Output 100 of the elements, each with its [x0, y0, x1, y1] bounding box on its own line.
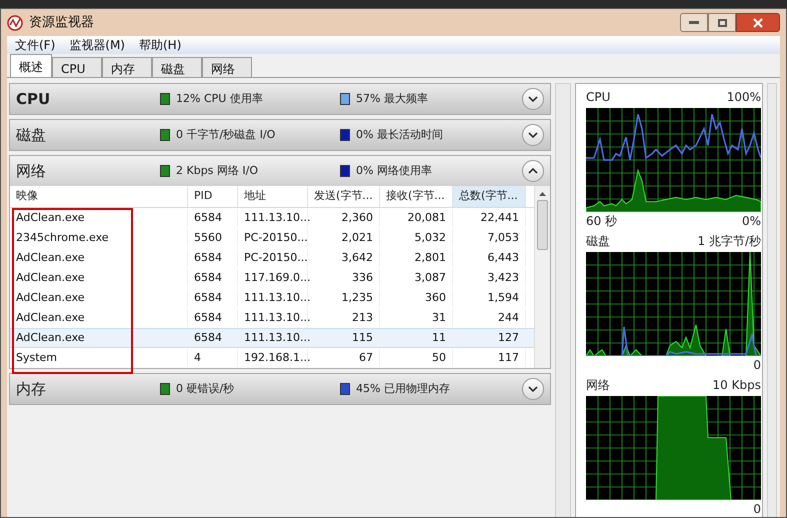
- close-icon: [753, 18, 763, 28]
- table-cell: PC-20150...: [238, 249, 308, 267]
- table-cell: 117: [453, 349, 526, 367]
- scroll-up-icon: [539, 192, 546, 196]
- table-cell: 6584: [188, 289, 238, 307]
- indicator-text: 12% CPU 使用率: [176, 90, 263, 107]
- section-header[interactable]: 磁盘 0 千字节/秒磁盘 I/O 0% 最长活动时间: [10, 120, 550, 150]
- table-cell: PC-20150...: [238, 229, 308, 247]
- table-cell: 2345chrome.exe: [10, 229, 188, 247]
- table-cell: 117.169.0...: [238, 269, 308, 287]
- table-cell: 31: [380, 309, 453, 327]
- graph-max-label: 100%: [726, 89, 761, 106]
- tab[interactable]: 概述: [10, 54, 52, 77]
- table-cell: 50: [380, 349, 453, 367]
- chevron-down-icon: [528, 386, 538, 392]
- table-cell: AdClean.exe: [10, 209, 188, 227]
- table-cell: AdClean.exe: [10, 249, 188, 267]
- table-cell: 2,021: [308, 229, 380, 247]
- table-cell: 67: [308, 349, 380, 367]
- section-header[interactable]: CPU 12% CPU 使用率 57% 最大频率: [10, 84, 550, 114]
- tab[interactable]: 磁盘: [152, 57, 202, 77]
- scrollbar[interactable]: [555, 83, 571, 517]
- table-cell: 11: [380, 329, 453, 347]
- chevron-up-icon: [528, 168, 538, 174]
- collapse-button[interactable]: [522, 160, 544, 182]
- table-cell: AdClean.exe: [10, 329, 188, 347]
- table-cell: 5560: [188, 229, 238, 247]
- column-header[interactable]: 总数(字节...: [453, 186, 526, 207]
- indicator-text: 45% 已用物理内存: [356, 380, 450, 397]
- chevron-down-icon: [528, 96, 538, 102]
- graph-max-label: 10 Kbps: [712, 377, 761, 394]
- table-cell: System: [10, 349, 188, 367]
- section-title: 网络: [16, 160, 47, 182]
- graph-max-label: 1 兆字节/秒: [698, 233, 761, 250]
- section-title: 磁盘: [16, 124, 47, 146]
- table-cell: 111.13.10...: [238, 289, 308, 307]
- table-cell: 6,443: [453, 249, 526, 267]
- table-cell: 3,087: [380, 269, 453, 287]
- table-cell: 360: [380, 289, 453, 307]
- table-cell: 111.13.10...: [238, 209, 308, 227]
- expand-button[interactable]: [522, 378, 544, 400]
- maximize-button[interactable]: [708, 13, 736, 32]
- menu-item[interactable]: 监视器(M): [69, 36, 125, 54]
- table-cell: 213: [308, 309, 380, 327]
- graph-time-label: 60 秒: [586, 213, 618, 228]
- table-cell: 127: [453, 329, 526, 347]
- table-cell: 6584: [188, 329, 238, 347]
- table-cell: 115: [308, 329, 380, 347]
- table-row[interactable]: AdClean.exe 6584 111.13.10... 115 11 127: [10, 328, 534, 348]
- section-header[interactable]: 内存 0 硬错误/秒 45% 已用物理内存: [10, 374, 550, 404]
- table-cell: 4: [188, 349, 238, 367]
- tab[interactable]: 内存: [102, 57, 152, 77]
- expand-button[interactable]: [522, 88, 544, 110]
- table-cell: 2,360: [308, 209, 380, 227]
- table-cell: 6584: [188, 309, 238, 327]
- app-logo-icon: [7, 14, 23, 30]
- table-cell: 3,423: [453, 269, 526, 287]
- table-cell: 192.168.1...: [238, 349, 308, 367]
- graph-min-label: 0: [753, 357, 761, 372]
- minimize-button[interactable]: [680, 13, 708, 32]
- table-cell: AdClean.exe: [10, 289, 188, 307]
- scrollbar[interactable]: [767, 83, 777, 517]
- table-cell: 7,053: [453, 229, 526, 247]
- table-cell: 6584: [188, 209, 238, 227]
- table-cell: 6584: [188, 249, 238, 267]
- table-cell: 6584: [188, 269, 238, 287]
- table-cell: AdClean.exe: [10, 269, 188, 287]
- section-title: 内存: [16, 378, 47, 400]
- indicator-text: 0 硬错误/秒: [176, 380, 234, 397]
- scrollbar-thumb[interactable]: [537, 200, 548, 250]
- table-cell: 2,801: [380, 249, 453, 267]
- graph-title: 网络: [586, 377, 610, 394]
- graph-title: 磁盘: [586, 233, 610, 250]
- table-cell: 111.13.10...: [238, 309, 308, 327]
- graph-min-label: 0%: [742, 213, 761, 228]
- indicator-text: 0% 最长活动时间: [356, 126, 443, 143]
- indicator-text: 0 千字节/秒磁盘 I/O: [176, 126, 276, 143]
- table-cell: 20,081: [380, 209, 453, 227]
- tab[interactable]: 网络: [202, 57, 252, 77]
- chevron-down-icon: [528, 132, 538, 138]
- indicator-text: 0% 网络使用率: [356, 162, 432, 179]
- table-cell: AdClean.exe: [10, 309, 188, 327]
- table-cell: 5,032: [380, 229, 453, 247]
- menu-item[interactable]: 文件(F): [15, 36, 56, 54]
- graph-title: CPU: [586, 89, 610, 106]
- section-title: CPU: [16, 88, 52, 110]
- indicator-text: 57% 最大频率: [356, 90, 428, 107]
- table-cell: 244: [453, 309, 526, 327]
- indicator-text: 2 Kbps 网络 I/O: [176, 162, 258, 179]
- scrollbar[interactable]: [534, 186, 550, 368]
- table-cell: 3,642: [308, 249, 380, 267]
- tab[interactable]: CPU: [52, 57, 102, 77]
- section-header[interactable]: 网络 2 Kbps 网络 I/O 0% 网络使用率: [10, 156, 550, 186]
- expand-button[interactable]: [522, 124, 544, 146]
- table-cell: 1,235: [308, 289, 380, 307]
- table-cell: 1,594: [453, 289, 526, 307]
- close-button[interactable]: [736, 13, 780, 32]
- table-cell: 22,441: [453, 209, 526, 227]
- menu-item[interactable]: 帮助(H): [138, 36, 182, 54]
- table-cell: 336: [308, 269, 380, 287]
